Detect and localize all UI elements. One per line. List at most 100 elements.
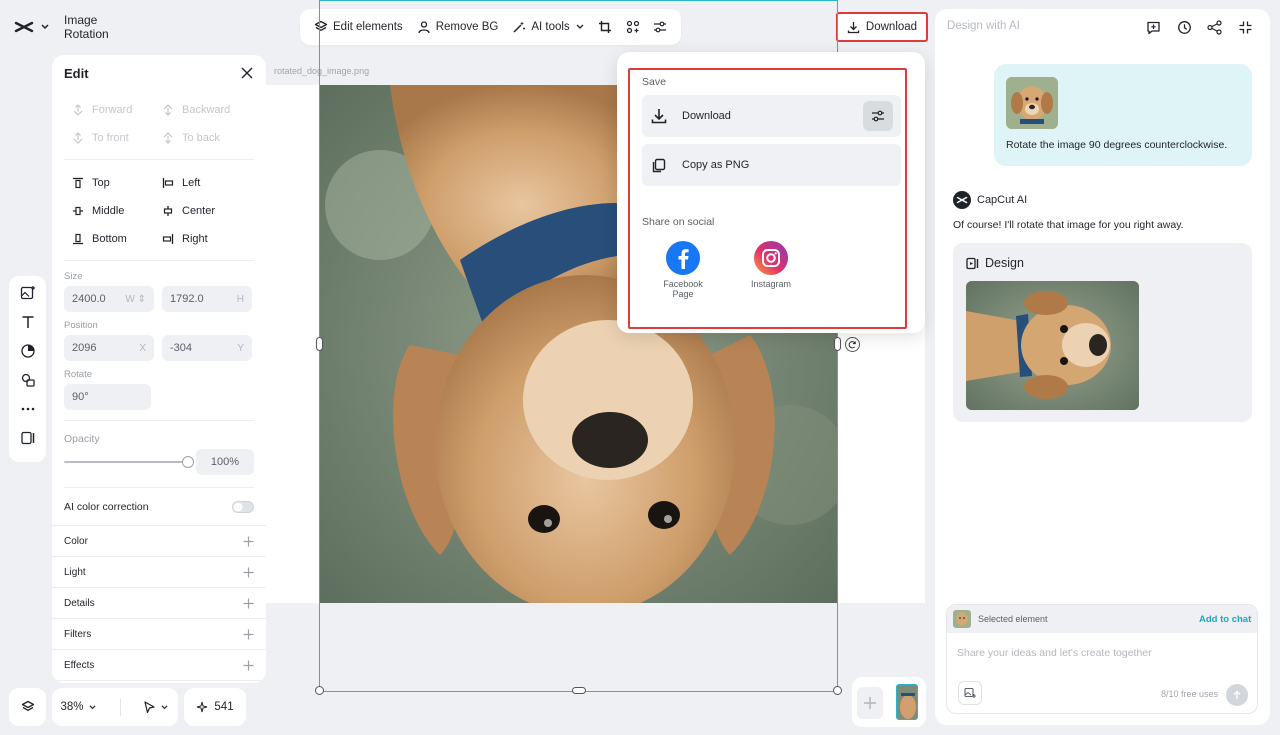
collapse-panel-button[interactable] bbox=[1234, 16, 1256, 38]
opacity-value: 100% bbox=[210, 456, 240, 468]
align-top-button[interactable]: Top bbox=[72, 174, 162, 192]
align-right-button[interactable]: Right bbox=[162, 230, 252, 248]
download-option[interactable]: Download bbox=[642, 95, 901, 137]
zoom-value: 38% bbox=[60, 701, 84, 713]
elements-tool-button[interactable] bbox=[16, 369, 40, 391]
panel-icon bbox=[20, 430, 36, 446]
zoom-dropdown[interactable]: 38% bbox=[60, 701, 96, 713]
shapes-tool-button[interactable] bbox=[16, 340, 40, 362]
credits-value: 541 bbox=[214, 701, 234, 713]
align-top-icon bbox=[72, 177, 84, 189]
attach-image-button[interactable] bbox=[958, 681, 982, 705]
plus-icon[interactable] bbox=[243, 660, 254, 671]
resize-handle-right[interactable] bbox=[834, 337, 841, 351]
share-section-label: Share on social bbox=[642, 216, 715, 228]
position-y-field[interactable]: -304 Y bbox=[162, 335, 252, 361]
add-image-button[interactable] bbox=[16, 282, 40, 304]
add-page-button[interactable] bbox=[857, 687, 883, 719]
align-bottom-icon bbox=[72, 233, 84, 245]
send-button[interactable] bbox=[1226, 684, 1248, 706]
opacity-slider[interactable] bbox=[64, 456, 194, 468]
copy-as-png-label: Copy as PNG bbox=[682, 159, 750, 171]
adjust-section-label: Color bbox=[64, 535, 88, 547]
rotate-handle[interactable] bbox=[845, 337, 860, 352]
share-instagram-button[interactable]: Instagram bbox=[741, 241, 801, 289]
elements-icon bbox=[20, 372, 36, 388]
forward-label: Forward bbox=[92, 104, 133, 116]
close-icon[interactable] bbox=[240, 66, 254, 80]
add-image-icon bbox=[20, 285, 36, 301]
width-unit: W ⇕ bbox=[125, 293, 146, 305]
project-title[interactable]: Image Rotation bbox=[64, 13, 144, 41]
resize-handle-bottom-left[interactable] bbox=[315, 686, 324, 695]
layers-button[interactable] bbox=[9, 688, 46, 726]
chat-input[interactable]: Share your ideas and let's create togeth… bbox=[957, 647, 1152, 659]
page-thumbnail[interactable] bbox=[896, 684, 918, 720]
more-tools-button[interactable] bbox=[16, 398, 40, 420]
width-field[interactable]: 2400.0 W ⇕ bbox=[64, 286, 154, 312]
opacity-label: Opacity bbox=[64, 433, 100, 445]
plus-icon bbox=[863, 696, 877, 710]
adjust-sections: Color Light Details Filters Effects bbox=[52, 526, 266, 681]
copy-as-png-option[interactable]: Copy as PNG bbox=[642, 144, 901, 186]
to-back-button[interactable]: To back bbox=[162, 129, 252, 147]
more-icon bbox=[20, 401, 36, 417]
rotate-field[interactable]: 90° bbox=[64, 384, 151, 410]
position-y-unit: Y bbox=[237, 342, 244, 354]
adjust-section-effects[interactable]: Effects bbox=[52, 650, 266, 681]
plus-icon[interactable] bbox=[243, 567, 254, 578]
share-flow-button[interactable] bbox=[1203, 16, 1225, 38]
backward-button[interactable]: Backward bbox=[162, 101, 252, 119]
adjust-section-light[interactable]: Light bbox=[52, 557, 266, 588]
add-to-chat-button[interactable]: Add to chat bbox=[1199, 614, 1251, 625]
plus-icon[interactable] bbox=[243, 536, 254, 547]
panel-toggle-button[interactable] bbox=[16, 427, 40, 449]
adjust-section-filters[interactable]: Filters bbox=[52, 619, 266, 650]
edit-panel-header: Edit bbox=[52, 55, 266, 91]
resize-handle-bottom[interactable] bbox=[572, 687, 586, 694]
text-icon bbox=[20, 314, 36, 330]
pointer-mode-dropdown[interactable] bbox=[143, 700, 169, 714]
user-attached-image[interactable] bbox=[1006, 77, 1058, 129]
capcut-logo-icon bbox=[953, 191, 971, 209]
backward-label: Backward bbox=[182, 104, 231, 116]
adjust-section-label: Effects bbox=[64, 659, 95, 671]
size-label: Size bbox=[64, 271, 83, 282]
ai-color-correction-label: AI color correction bbox=[64, 500, 149, 513]
align-group: Top Left Middle Center Bottom Right bbox=[52, 160, 266, 260]
opacity-knob[interactable] bbox=[182, 456, 194, 468]
divider bbox=[64, 420, 254, 421]
text-tool-button[interactable] bbox=[16, 311, 40, 333]
height-field[interactable]: 1792.0 H bbox=[162, 286, 252, 312]
new-chat-button[interactable] bbox=[1142, 16, 1164, 38]
align-center-button[interactable]: Center bbox=[162, 202, 252, 220]
to-front-button[interactable]: To front bbox=[72, 129, 162, 147]
design-icon bbox=[966, 257, 979, 270]
layers-icon bbox=[21, 700, 35, 714]
app-title-menu[interactable]: Image Rotation bbox=[8, 10, 150, 44]
align-bottom-button[interactable]: Bottom bbox=[72, 230, 162, 248]
forward-button[interactable]: Forward bbox=[72, 101, 162, 119]
adjust-section-color[interactable]: Color bbox=[52, 526, 266, 557]
resize-handle-bottom-right[interactable] bbox=[833, 686, 842, 695]
share-facebook-button[interactable]: Facebook Page bbox=[653, 241, 713, 300]
design-result-image[interactable] bbox=[966, 281, 1139, 410]
resize-handle-left[interactable] bbox=[316, 337, 323, 351]
adjust-section-details[interactable]: Details bbox=[52, 588, 266, 619]
opacity-field[interactable]: 100% bbox=[196, 449, 254, 475]
to-front-label: To front bbox=[92, 132, 129, 144]
user-message-text: Rotate the image 90 degrees counterclock… bbox=[1006, 139, 1228, 151]
selected-element-thumbnail bbox=[953, 610, 971, 628]
plus-icon[interactable] bbox=[243, 629, 254, 640]
history-button[interactable] bbox=[1173, 16, 1195, 38]
ai-color-correction-toggle[interactable] bbox=[232, 500, 254, 513]
align-left-button[interactable]: Left bbox=[162, 174, 252, 192]
plus-icon[interactable] bbox=[243, 598, 254, 609]
download-button[interactable]: Download bbox=[836, 12, 928, 42]
credits-button[interactable]: 541 bbox=[184, 688, 246, 726]
align-middle-button[interactable]: Middle bbox=[72, 202, 162, 220]
position-x-unit: X bbox=[139, 342, 146, 354]
download-settings-button[interactable] bbox=[863, 101, 893, 131]
position-x-field[interactable]: 2096 X bbox=[64, 335, 154, 361]
forward-icon bbox=[72, 104, 84, 116]
